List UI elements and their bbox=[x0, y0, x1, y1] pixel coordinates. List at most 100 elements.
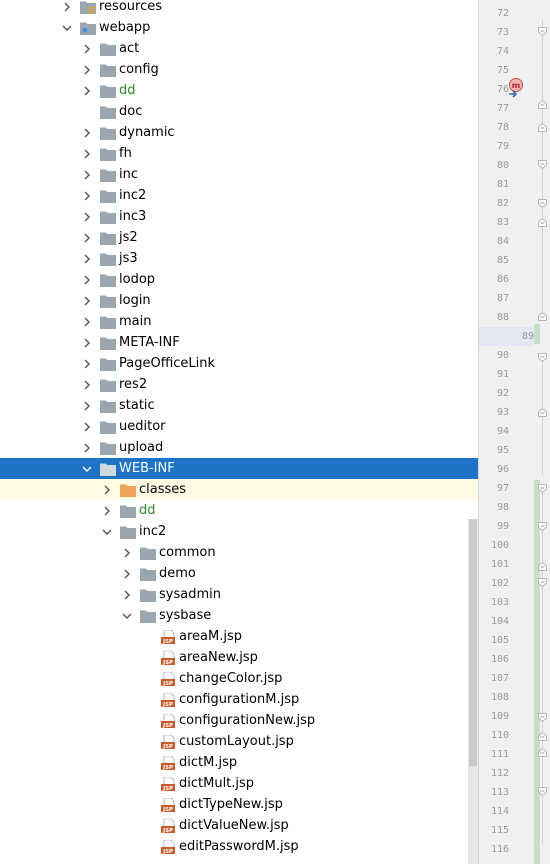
line-number[interactable]: 82 bbox=[479, 194, 509, 213]
tree-folder-item[interactable]: lodop bbox=[0, 269, 478, 290]
fold-marker-icon[interactable] bbox=[538, 353, 547, 362]
expand-arrow-icon[interactable] bbox=[82, 380, 92, 390]
fold-marker-icon[interactable] bbox=[538, 484, 547, 493]
vcs-change-marker[interactable] bbox=[534, 480, 540, 864]
tree-folder-item[interactable]: static bbox=[0, 395, 478, 416]
expand-arrow-icon[interactable] bbox=[82, 443, 92, 453]
expand-arrow-icon[interactable] bbox=[82, 191, 92, 201]
tree-file-item[interactable]: JSP changeColor.jsp bbox=[0, 668, 478, 689]
fold-marker-icon[interactable] bbox=[538, 522, 547, 531]
line-number[interactable]: 81 bbox=[479, 175, 509, 194]
line-number[interactable]: 74 bbox=[479, 42, 509, 61]
line-number[interactable]: 115 bbox=[479, 821, 509, 840]
collapse-arrow-icon[interactable] bbox=[62, 23, 72, 33]
expand-arrow-icon[interactable] bbox=[82, 212, 92, 222]
expand-arrow-icon[interactable] bbox=[82, 170, 92, 180]
tree-folder-item[interactable]: fh bbox=[0, 143, 478, 164]
project-tree[interactable]: resources webapp act config dd doc dynamic fh in… bbox=[0, 0, 478, 864]
line-number[interactable]: 94 bbox=[479, 422, 509, 441]
tree-folder-item[interactable]: resources bbox=[0, 0, 478, 17]
tree-folder-item[interactable]: main bbox=[0, 311, 478, 332]
line-number[interactable]: 76 bbox=[479, 80, 509, 99]
tree-file-item[interactable]: JSP customLayout.jsp bbox=[0, 731, 478, 752]
tree-file-item[interactable]: JSP dictM.jsp bbox=[0, 752, 478, 773]
line-number[interactable]: 73 bbox=[479, 23, 509, 42]
tree-folder-item[interactable]: config bbox=[0, 59, 478, 80]
line-number[interactable]: 111 bbox=[479, 745, 509, 764]
tree-folder-item[interactable]: sysbase bbox=[0, 605, 478, 626]
line-number[interactable]: 92 bbox=[479, 384, 509, 403]
tree-folder-item[interactable]: upload bbox=[0, 437, 478, 458]
line-number[interactable]: 116 bbox=[479, 840, 509, 859]
line-number[interactable]: 84 bbox=[479, 232, 509, 251]
line-number[interactable]: 108 bbox=[479, 688, 509, 707]
tree-folder-item[interactable]: ueditor bbox=[0, 416, 478, 437]
fold-marker-icon[interactable] bbox=[538, 748, 547, 757]
fold-marker-icon[interactable] bbox=[538, 160, 547, 169]
implementation-arrow-icon[interactable] bbox=[509, 90, 519, 98]
line-number[interactable]: 99 bbox=[479, 517, 509, 536]
expand-arrow-icon[interactable] bbox=[122, 569, 132, 579]
line-number[interactable]: 96 bbox=[479, 460, 509, 479]
expand-arrow-icon[interactable] bbox=[82, 44, 92, 54]
expand-arrow-icon[interactable] bbox=[82, 128, 92, 138]
line-number[interactable]: 112 bbox=[479, 764, 509, 783]
tree-vertical-scrollbar[interactable] bbox=[468, 519, 478, 864]
tree-scrollbar-thumb[interactable] bbox=[469, 519, 477, 766]
line-number[interactable]: 79 bbox=[479, 137, 509, 156]
tree-folder-item[interactable]: act bbox=[0, 38, 478, 59]
line-number[interactable]: 88 bbox=[479, 308, 509, 327]
line-number[interactable]: 100 bbox=[479, 536, 509, 555]
tree-folder-item[interactable]: res2 bbox=[0, 374, 478, 395]
line-number[interactable]: 77 bbox=[479, 99, 509, 118]
line-number[interactable]: 75 bbox=[479, 61, 509, 80]
expand-arrow-icon[interactable] bbox=[82, 422, 92, 432]
tree-folder-item[interactable]: dd bbox=[0, 500, 478, 521]
expand-arrow-icon[interactable] bbox=[82, 65, 92, 75]
line-number[interactable]: 102 bbox=[479, 574, 509, 593]
tree-folder-item[interactable]: webapp bbox=[0, 17, 478, 38]
expand-arrow-icon[interactable] bbox=[82, 401, 92, 411]
tree-folder-item[interactable]: js3 bbox=[0, 248, 478, 269]
tree-file-item[interactable]: JSP configurationNew.jsp bbox=[0, 710, 478, 731]
expand-arrow-icon[interactable] bbox=[122, 590, 132, 600]
fold-marker-icon[interactable] bbox=[538, 713, 547, 722]
tree-folder-item[interactable]: inc2 bbox=[0, 185, 478, 206]
fold-marker-icon[interactable] bbox=[538, 123, 547, 132]
vcs-change-marker[interactable] bbox=[534, 324, 540, 344]
line-number[interactable]: 107 bbox=[479, 669, 509, 688]
fold-marker-icon[interactable] bbox=[538, 408, 547, 417]
expand-arrow-icon[interactable] bbox=[82, 359, 92, 369]
line-number[interactable]: 103 bbox=[479, 593, 509, 612]
line-number[interactable]: 113 bbox=[479, 783, 509, 802]
tree-file-item[interactable]: JSP configurationM.jsp bbox=[0, 689, 478, 710]
tree-folder-item[interactable]: inc2 bbox=[0, 521, 478, 542]
fold-marker-icon[interactable] bbox=[538, 312, 547, 321]
line-number[interactable]: 106 bbox=[479, 650, 509, 669]
tree-folder-item[interactable]: common bbox=[0, 542, 478, 563]
line-number[interactable]: 80 bbox=[479, 156, 509, 175]
tree-folder-item[interactable]: PageOfficeLink bbox=[0, 353, 478, 374]
collapse-arrow-icon[interactable] bbox=[122, 611, 132, 621]
fold-marker-icon[interactable] bbox=[538, 732, 547, 741]
fold-marker-icon[interactable] bbox=[538, 218, 547, 227]
expand-arrow-icon[interactable] bbox=[82, 296, 92, 306]
line-number[interactable]: 114 bbox=[479, 802, 509, 821]
expand-arrow-icon[interactable] bbox=[82, 86, 92, 96]
tree-file-item[interactable]: JSP editPasswordM.jsp bbox=[0, 836, 478, 857]
line-number[interactable]: 97 bbox=[479, 479, 509, 498]
line-number[interactable]: 91 bbox=[479, 365, 509, 384]
expand-arrow-icon[interactable] bbox=[82, 254, 92, 264]
tree-folder-item[interactable]: WEB-INF bbox=[0, 458, 478, 479]
expand-arrow-icon[interactable] bbox=[82, 149, 92, 159]
line-number[interactable]: 109 bbox=[479, 707, 509, 726]
fold-marker-icon[interactable] bbox=[538, 199, 547, 208]
tree-folder-item[interactable]: inc bbox=[0, 164, 478, 185]
fold-marker-icon[interactable] bbox=[538, 100, 547, 109]
line-number[interactable]: 105 bbox=[479, 631, 509, 650]
line-number[interactable]: 86 bbox=[479, 270, 509, 289]
tree-file-item[interactable]: JSP dictMult.jsp bbox=[0, 773, 478, 794]
expand-arrow-icon[interactable] bbox=[82, 233, 92, 243]
fold-marker-icon[interactable] bbox=[538, 27, 547, 36]
tree-folder-item[interactable]: META-INF bbox=[0, 332, 478, 353]
